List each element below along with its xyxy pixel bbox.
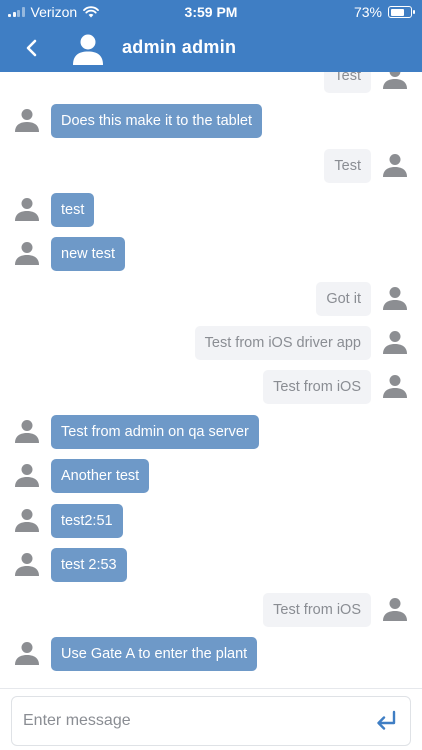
user-icon [15,642,39,665]
chevron-left-icon[interactable] [18,34,46,62]
user-icon [15,553,39,576]
chat-header: admin admin [0,24,422,72]
message-bubble-outgoing: Test [324,72,371,93]
message-bubble-incoming: test 2:53 [51,548,127,582]
message-input[interactable] [23,697,363,745]
message-bubble-incoming: test [51,193,95,227]
user-icon [383,154,407,177]
user-icon [15,109,39,132]
user-icon [15,242,39,265]
user-icon [383,72,407,89]
return-arrow-icon[interactable] [374,710,398,732]
message-bubble-incoming: Test from admin on qa server [51,415,259,449]
message-bubble-incoming: Another test [51,459,150,493]
user-icon [15,464,39,487]
message-bubble-incoming: new test [51,237,125,271]
message-bubble-incoming: Does this make it to the tablet [51,104,263,138]
user-icon [383,598,407,621]
battery-icon [388,6,415,18]
message-bubble-outgoing: Test [324,149,371,183]
message-bubble-outgoing: Got it [316,282,371,316]
user-icon [15,198,39,221]
message-bubble-outgoing: Test from iOS driver app [194,326,371,360]
message-list[interactable]: Test Does this make it to the tablet Tes… [0,72,422,688]
user-icon [73,34,103,65]
user-icon [383,375,407,398]
message-input-container [11,696,411,746]
chat-title: admin admin [122,37,237,57]
user-icon [383,287,407,310]
user-icon [383,331,407,354]
message-bubble-outgoing: Test from iOS [263,593,371,627]
battery-group: 73% [353,4,415,20]
status-bar: Verizon 3:59 PM 73% [0,0,422,24]
battery-percent: 73% [353,4,382,20]
user-icon [15,420,39,443]
message-bubble-incoming: Use Gate A to enter the plant [51,637,258,671]
message-bubble-incoming: test2:51 [51,504,123,538]
user-icon [15,509,39,532]
message-bubble-outgoing: Test from iOS [263,370,371,404]
message-composer [0,688,422,750]
